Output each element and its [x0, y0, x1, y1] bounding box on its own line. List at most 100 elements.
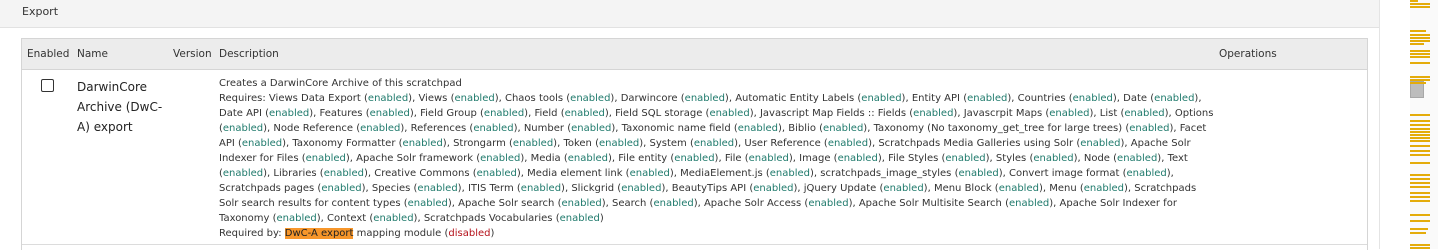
enabled-status: enabled [402, 138, 443, 149]
enabled-status: enabled [629, 168, 670, 179]
enabled-status: enabled [454, 93, 495, 104]
requires-item-name: Taxonomy Formatter [292, 138, 399, 149]
requires-item: Taxonomy Formatter (enabled), [292, 138, 454, 149]
enabled-status: enabled [276, 213, 317, 224]
scroll-marker [1410, 6, 1430, 8]
enabled-status: enabled [598, 138, 640, 149]
modules-table: Enabled Name Version Description Operati… [21, 38, 1368, 250]
enable-module-checkbox[interactable] [41, 79, 54, 92]
requires-item-name: Media element link [527, 168, 626, 179]
enabled-status: enabled [407, 198, 448, 209]
scroll-marker [1410, 214, 1430, 216]
enabled-status: enabled [1008, 198, 1050, 209]
requires-item-name: Entity API [911, 93, 964, 104]
requires-item: Libraries (enabled), [273, 168, 375, 179]
requires-item: Javascrpit Maps (enabled), [963, 108, 1100, 119]
enabled-status: enabled [512, 138, 554, 149]
requires-item: Biblio (enabled), [788, 123, 874, 134]
scroll-marker [1410, 154, 1430, 156]
requires-item: Date (enabled), [1123, 93, 1202, 104]
scroll-marker [1410, 56, 1430, 58]
requires-item-name: Token [563, 138, 596, 149]
enabled-status: enabled [520, 183, 562, 194]
requires-item-name: Menu Block [933, 183, 995, 194]
requires-item: Convert image format (enabled), [1008, 168, 1174, 179]
enabled-status: enabled [753, 183, 794, 194]
scroll-marker [1410, 186, 1430, 188]
requires-item: Taxonomic name field (enabled), [621, 123, 789, 134]
requires-item: User Reference (enabled), [744, 138, 879, 149]
requires-item: Strongarm (enabled), [453, 138, 564, 149]
requires-item-name: Text [1167, 153, 1188, 164]
requires-item-name: Scratchpads Media Galleries using Solr [878, 138, 1077, 149]
enabled-status: enabled [827, 138, 869, 149]
requires-item: Taxonomy (No taxonomy_get_tree for large… [873, 123, 1180, 134]
enabled-status: enabled [1049, 108, 1090, 119]
module-required-by: Required by: DwC-A export mapping module… [219, 228, 495, 239]
scroll-marker [1410, 174, 1430, 176]
scroll-marker [1410, 62, 1430, 64]
scroll-marker [1410, 228, 1428, 230]
requires-item: Views (enabled), [418, 93, 505, 104]
requires-item: Node (enabled), [1083, 153, 1168, 164]
enabled-status: enabled [883, 183, 924, 194]
scroll-marker [1410, 43, 1424, 45]
scroll-marker [1410, 30, 1426, 32]
requires-item-name: Features [319, 108, 366, 119]
module-name: DarwinCore Archive (DwC-A) export [77, 80, 163, 134]
requires-item-name: Context [327, 213, 370, 224]
enabled-status: enabled [1072, 93, 1113, 104]
scroll-marker [1410, 137, 1430, 139]
requires-item-name: Menu [1049, 183, 1080, 194]
enabled-status: enabled [737, 123, 779, 134]
scroll-marker [1410, 131, 1430, 133]
requires-item-name: Image [799, 153, 834, 164]
enabled-status: enabled [823, 123, 864, 134]
requires-item-name: Field Group [420, 108, 481, 119]
row-divider [22, 244, 1367, 245]
requires-item-name: jQuery Update [803, 183, 880, 194]
requires-item: Views Data Export (enabled), [268, 93, 419, 104]
enabled-status: enabled [1080, 138, 1121, 149]
requires-item-name: Apache Solr framework [356, 153, 477, 164]
requires-item-name: Strongarm [453, 138, 510, 149]
requires-item-name: References [410, 123, 470, 134]
requires-item-name: Javascript Map Fields :: Fields [759, 108, 910, 119]
enabled-status: enabled [417, 183, 458, 194]
requires-item: File (enabled), [724, 153, 800, 164]
requires-item: Styles (enabled), [995, 153, 1084, 164]
requires-label: Requires: [219, 93, 269, 104]
requires-item: File entity (enabled), [618, 153, 725, 164]
requires-item: Menu (enabled), [1049, 183, 1135, 194]
fieldset-legend[interactable]: Export [22, 5, 58, 18]
enabled-status: enabled [476, 168, 517, 179]
enabled-status: enabled [693, 138, 735, 149]
scroll-marker [1410, 150, 1430, 152]
requires-item: scratchpads_image_styles (enabled), [820, 168, 1009, 179]
requires-item-name: Countries [1017, 93, 1069, 104]
enabled-status: enabled [369, 108, 410, 119]
requires-item-name: Field SQL storage [615, 108, 706, 119]
requires-item: Media (enabled), [530, 153, 619, 164]
scroll-marker [1410, 232, 1426, 234]
requires-item-name: Taxonomic name field [621, 123, 734, 134]
enabled-status: enabled [1126, 168, 1167, 179]
enabled-status: enabled [967, 93, 1008, 104]
table-header: Enabled Name Version Description Operati… [22, 39, 1367, 70]
enabled-status: enabled [1124, 108, 1165, 119]
requires-item-name: MediaElement.js [680, 168, 766, 179]
required-by-module-link[interactable]: DwC-A export [284, 228, 354, 239]
enabled-status: enabled [861, 93, 902, 104]
requires-item-name: Automatic Entity Labels [735, 93, 858, 104]
requires-item: Menu Block (enabled), [933, 183, 1050, 194]
enabled-status: enabled [958, 168, 999, 179]
requires-item: Media element link (enabled), [527, 168, 681, 179]
enabled-status: enabled [945, 153, 986, 164]
requires-item: Automatic Entity Labels (enabled), [735, 93, 912, 104]
requires-item-name: Date [1123, 93, 1151, 104]
enabled-status: enabled [567, 153, 608, 164]
scroll-marker [1410, 50, 1430, 52]
vertical-scrollbar[interactable] [1379, 0, 1411, 249]
requires-item-name: Date API [219, 108, 266, 119]
requires-item-name: Species [371, 183, 414, 194]
